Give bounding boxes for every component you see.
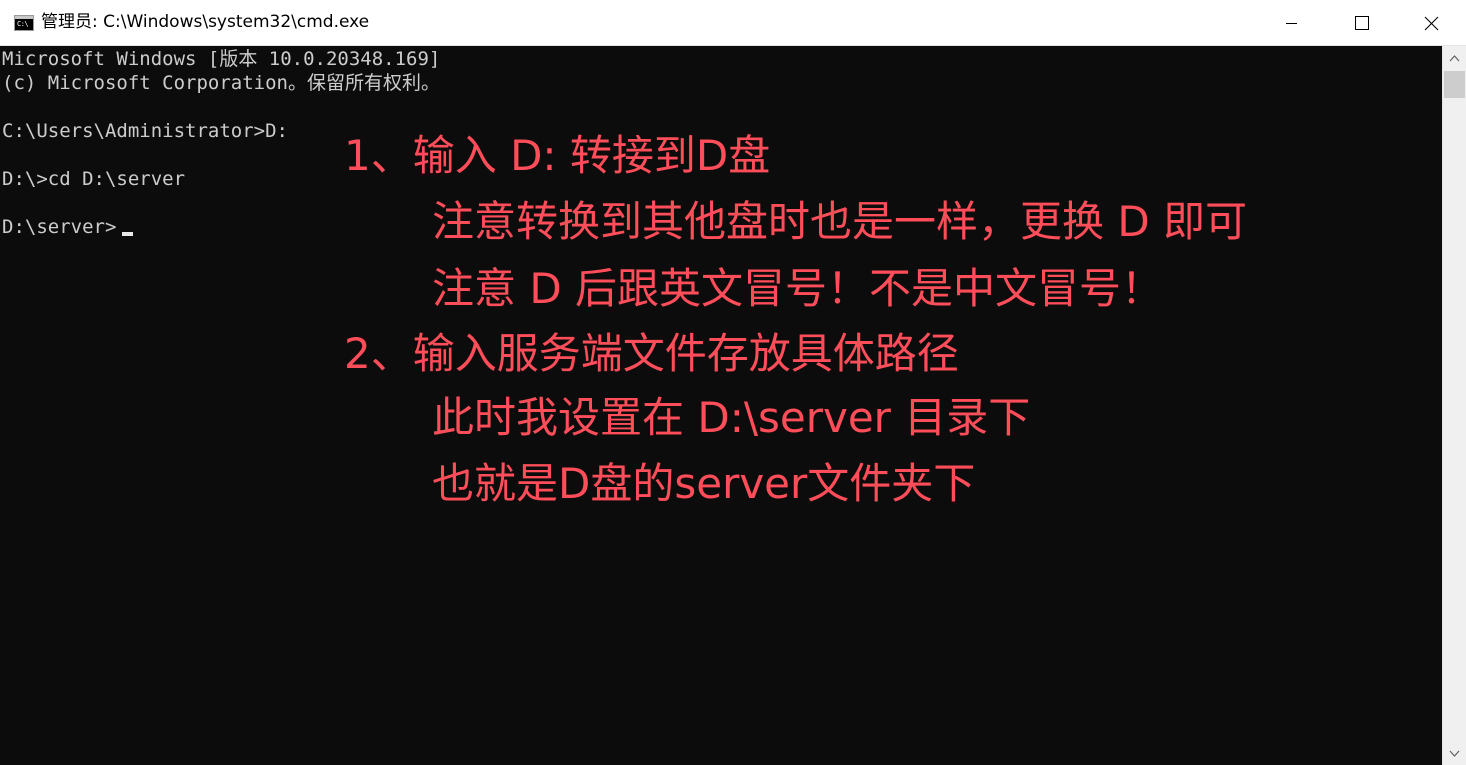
app-icon-glyph: C:\ <box>17 20 29 28</box>
annotation-step-2: 2、输入服务端文件存放具体路径 <box>344 329 959 378</box>
maximize-icon <box>1355 16 1369 30</box>
scroll-up-button[interactable] <box>1443 48 1466 68</box>
cmd-app-icon[interactable]: C:\ <box>14 15 34 31</box>
cmd-window: C:\ 管理员: C:\Windows\system32\cmd.exe Mic… <box>0 0 1466 765</box>
console-line-drive-switch: C:\Users\Administrator>D: <box>2 120 288 142</box>
window-title: 管理员: C:\Windows\system32\cmd.exe <box>41 12 370 32</box>
text-cursor <box>122 232 133 236</box>
app-icon-bar <box>15 16 33 19</box>
chevron-up-icon <box>1449 55 1460 62</box>
vertical-scrollbar[interactable] <box>1442 46 1466 765</box>
close-icon <box>1424 16 1439 31</box>
close-button[interactable] <box>1396 0 1466 45</box>
console-line-copyright: (c) Microsoft Corporation。保留所有权利。 <box>2 72 440 94</box>
minimize-button[interactable] <box>1256 0 1326 45</box>
annotation-note-other-drives: 注意转换到其他盘时也是一样，更换 D 即可 <box>432 197 1248 246</box>
title-bar[interactable]: C:\ 管理员: C:\Windows\system32\cmd.exe <box>0 0 1466 46</box>
scroll-down-button[interactable] <box>1443 743 1466 763</box>
console-line-cd-command: D:\>cd D:\server <box>2 168 186 190</box>
annotation-server-path: 此时我设置在 D:\server 目录下 <box>432 393 1031 442</box>
annotation-server-folder: 也就是D盘的server文件夹下 <box>432 459 976 508</box>
console-line-prompt: D:\server> <box>2 216 117 238</box>
maximize-button[interactable] <box>1326 0 1396 45</box>
minimize-icon <box>1286 23 1297 24</box>
console-line-version: Microsoft Windows [版本 10.0.20348.169] <box>2 48 441 70</box>
chevron-down-icon <box>1449 750 1460 757</box>
annotation-note-colon: 注意 D 后跟英文冒号！不是中文冒号！ <box>432 264 1164 313</box>
scroll-thumb[interactable] <box>1444 71 1465 98</box>
annotation-step-1: 1、输入 D: 转接到D盘 <box>344 131 771 180</box>
